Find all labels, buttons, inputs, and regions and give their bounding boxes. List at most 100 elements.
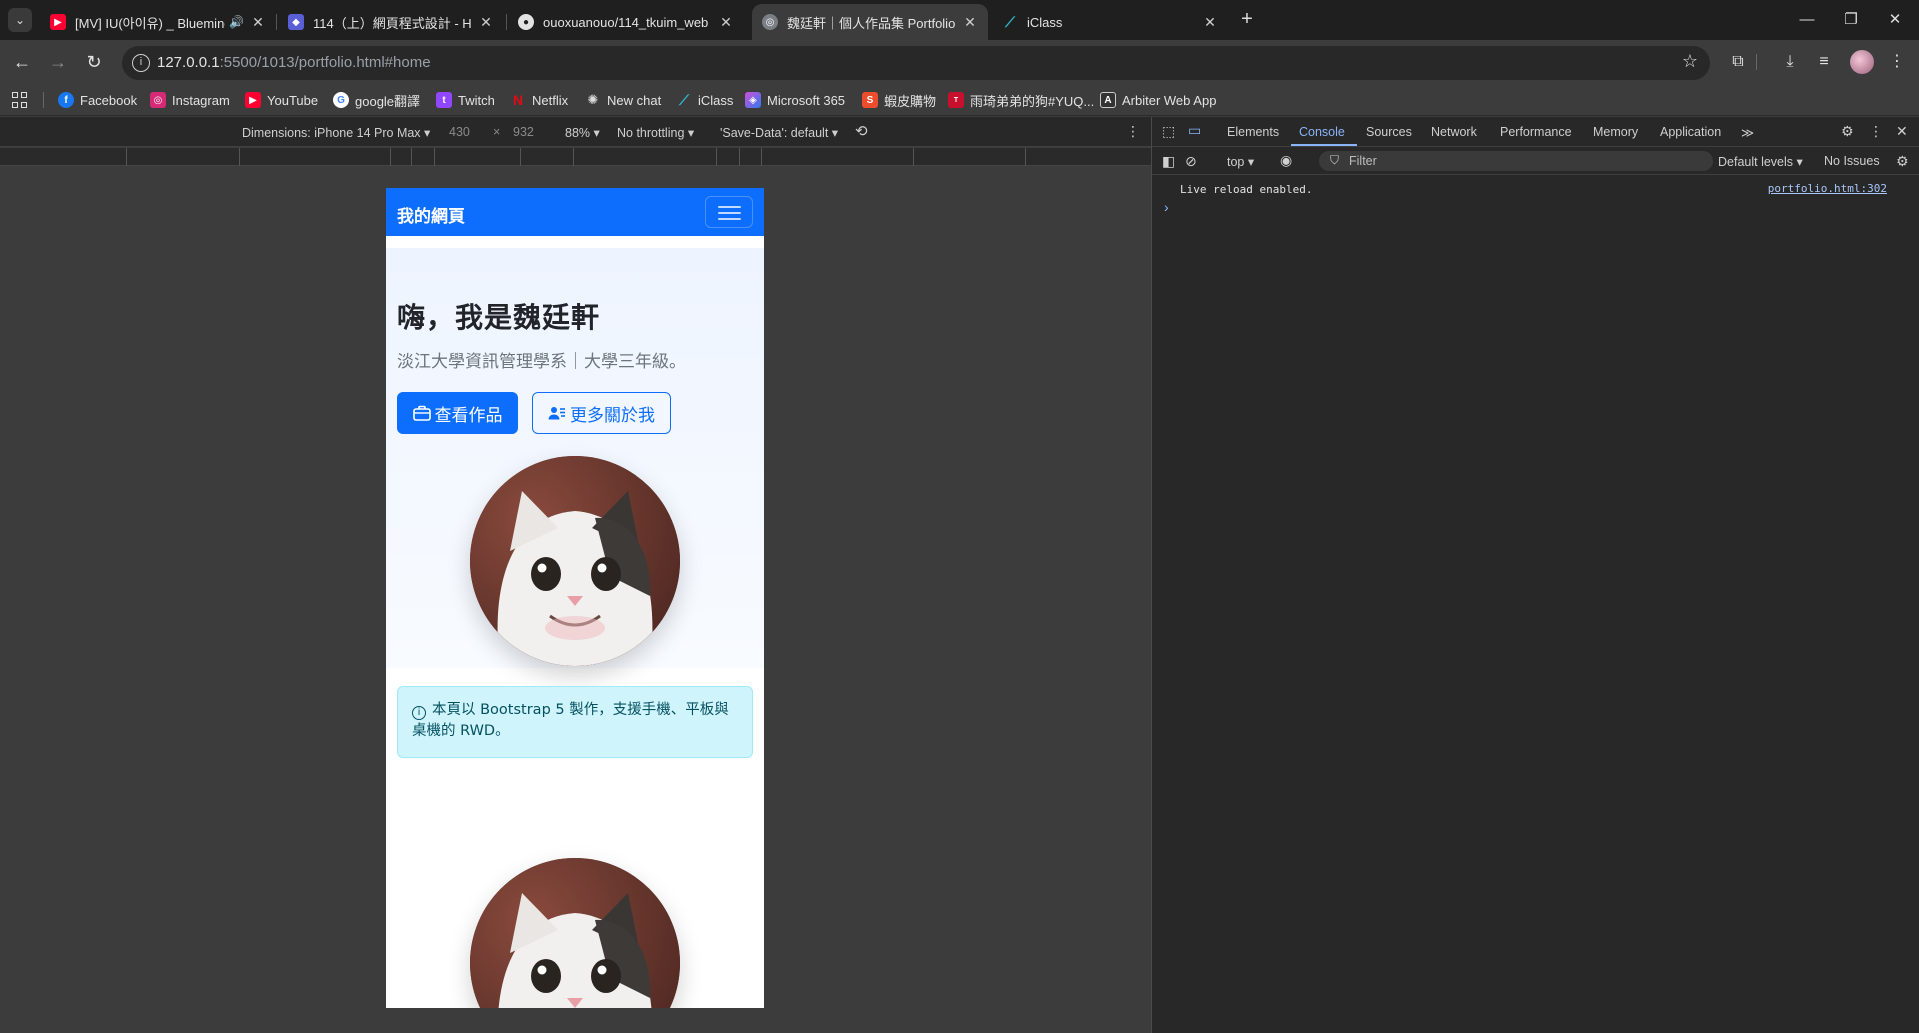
console-filter-input[interactable]: Filter (1319, 151, 1713, 171)
context-select[interactable]: top ▾ (1227, 154, 1254, 169)
download-icon[interactable]: ⤓ (1778, 50, 1802, 74)
profile-avatar[interactable] (1850, 50, 1874, 74)
globe-icon: ◎ (762, 14, 778, 30)
restore-icon[interactable]: ❐ (1836, 8, 1866, 32)
hackmd-icon: ◆ (288, 14, 304, 30)
cat-image (470, 456, 680, 666)
iclass-icon: ⟋ (679, 91, 689, 108)
save-data-select[interactable]: 'Save-Data': default ▾ (720, 125, 838, 140)
tab-memory[interactable]: Memory (1593, 125, 1638, 139)
back-icon[interactable]: ← (10, 50, 34, 74)
tving-icon: T (948, 92, 964, 108)
more-tabs-icon[interactable]: ≫ (1741, 125, 1754, 140)
console-settings-icon[interactable]: ⚙ (1896, 153, 1909, 170)
extensions-icon[interactable]: ⧉ (1726, 50, 1750, 74)
device-select[interactable]: Dimensions: iPhone 14 Pro Max ▾ (242, 125, 430, 140)
netflix-icon: N (512, 92, 524, 108)
media-query-ruler[interactable] (0, 148, 1151, 166)
rotate-icon[interactable]: ⟲ (855, 122, 868, 140)
tab-title: 魏廷軒｜個人作品集 Portfolio (787, 15, 956, 31)
more-options-icon[interactable]: ⋮ (1126, 123, 1140, 140)
browser-tab-strip: ⌄ ▶ [MV] IU(아이유) _ Blueming 🔊 ✕ ◆ 114（上）… (0, 0, 1919, 40)
issues-count[interactable]: No Issues (1824, 154, 1880, 168)
tab-youtube[interactable]: ▶ [MV] IU(아이유) _ Blueming 🔊 ✕ (40, 4, 276, 40)
customize-menu-icon[interactable]: ⋮ (1869, 123, 1883, 140)
info-circle-icon: i (412, 706, 426, 720)
forward-icon[interactable]: → (46, 50, 70, 74)
tab-github[interactable]: ● ouoxuanouo/114_tkuim_web ✕ (508, 4, 744, 40)
address-bar[interactable]: i 127.0.0.1:5500/1013/portfolio.html#hom… (122, 46, 1710, 80)
person-lines-icon (548, 407, 565, 420)
bookmark-iclass[interactable]: ⟋ iClass (676, 90, 733, 110)
device-toggle-icon[interactable]: ▭ (1188, 122, 1201, 139)
tab-portfolio[interactable]: ◎ 魏廷軒｜個人作品集 Portfolio ✕ (752, 4, 988, 40)
close-icon[interactable]: ✕ (1202, 14, 1218, 31)
instagram-icon: ◎ (150, 92, 166, 108)
clear-console-icon[interactable]: ⊘ (1185, 153, 1197, 170)
bookmark-netflix[interactable]: N Netflix (510, 90, 568, 110)
zoom-select[interactable]: 88% ▾ (565, 125, 600, 140)
browser-toolbar: ← → ↻ i 127.0.0.1:5500/1013/portfolio.ht… (0, 40, 1919, 84)
tab-application[interactable]: Application (1660, 125, 1721, 139)
sidebar-toggle-icon[interactable]: ◧ (1162, 153, 1175, 170)
log-levels-select[interactable]: Default levels ▾ (1718, 154, 1803, 169)
about-me-button[interactable]: 更多關於我 (532, 392, 671, 434)
console-source-link[interactable]: portfolio.html:302 (1768, 182, 1887, 195)
close-icon[interactable]: ✕ (962, 14, 978, 31)
bookmark-google-translate[interactable]: Ggoogle翻譯 (333, 90, 420, 110)
navbar-brand[interactable]: 我的網頁 (397, 202, 465, 227)
bookmark-twitch[interactable]: t Twitch (436, 90, 495, 110)
tab-network[interactable]: Network (1431, 125, 1477, 139)
close-icon[interactable]: ✕ (718, 14, 734, 31)
inspect-element-icon[interactable]: ⬚ (1162, 123, 1175, 140)
arbiter-icon: A (1100, 92, 1116, 108)
bookmark-facebook[interactable]: f Facebook (58, 90, 137, 110)
media-control-icon[interactable]: ≡ (1812, 50, 1836, 74)
microsoft365-icon: ◈ (745, 92, 761, 108)
menu-icon[interactable]: ⋮ (1885, 50, 1909, 74)
close-icon[interactable]: ✕ (478, 14, 494, 31)
bookmark-twitch-clip[interactable]: T 雨琦弟弟的狗#YUQ... (948, 90, 1094, 110)
minimize-icon[interactable]: — (1792, 8, 1822, 32)
tab-hackmd[interactable]: ◆ 114（上）網頁程式設計 - Hack ✕ (278, 4, 504, 40)
bookmark-arbiter[interactable]: A Arbiter Web App (1100, 90, 1216, 110)
tab-sources[interactable]: Sources (1366, 125, 1412, 139)
tab-search-button[interactable]: ⌄ (8, 8, 32, 32)
navbar: 我的網頁 (386, 188, 764, 236)
close-devtools-icon[interactable]: ✕ (1896, 123, 1908, 140)
bookmark-instagram[interactable]: ◎ Instagram (150, 90, 230, 110)
view-work-button[interactable]: 查看作品 (397, 392, 518, 434)
tab-elements[interactable]: Elements (1227, 125, 1279, 139)
bookmark-new-chat[interactable]: ✺ New chat (585, 90, 662, 110)
openai-icon: ✺ (587, 92, 599, 107)
settings-gear-icon[interactable]: ⚙ (1841, 123, 1854, 140)
tab-console[interactable]: Console (1299, 125, 1345, 139)
device-width[interactable]: 430 (449, 125, 470, 139)
close-icon[interactable]: ✕ (250, 14, 266, 31)
apps-icon[interactable] (12, 92, 28, 108)
bookmark-shopee[interactable]: S 蝦皮購物 (862, 90, 936, 110)
console-prompt[interactable]: › (1164, 199, 1169, 215)
bookmark-microsoft365[interactable]: ◈ Microsoft 365 (745, 90, 845, 110)
throttling-select[interactable]: No throttling ▾ (617, 125, 694, 140)
bookmark-youtube[interactable]: ▶ YouTube (245, 90, 318, 110)
info-alert: i 本頁以 Bootstrap 5 製作，支援手機、平板與桌機的 RWD。 (397, 686, 753, 758)
site-info-icon[interactable]: i (132, 54, 150, 72)
tab-performance[interactable]: Performance (1500, 125, 1572, 139)
bookmark-star-icon[interactable]: ☆ (1682, 51, 1698, 72)
device-viewport-area: 我的網頁 嗨，我是魏廷軒 淡江大學資訊管理學系｜大學三年級。 查看作品 更多關於… (0, 166, 1151, 1033)
reload-icon[interactable]: ↻ (82, 50, 106, 74)
devtools-tab-bar: ⬚ ▭ Elements Console Sources Network Per… (1152, 117, 1919, 147)
tab-iclass[interactable]: ⟋ iClass ✕ (992, 4, 1228, 40)
eye-icon[interactable]: ◉ (1280, 152, 1292, 169)
hamburger-menu-button[interactable] (705, 196, 753, 228)
iclass-icon: ⟋ (1005, 13, 1015, 30)
tab-title: iClass (1027, 14, 1063, 30)
new-tab-button[interactable]: + (1235, 8, 1259, 32)
speaker-icon[interactable]: 🔊 (229, 15, 244, 29)
close-window-icon[interactable]: ✕ (1880, 8, 1910, 32)
chevron-down-icon: ⌄ (14, 13, 26, 27)
url-text[interactable]: 127.0.0.1:5500/1013/portfolio.html#home (157, 54, 431, 71)
twitch-icon: t (436, 92, 452, 108)
device-height[interactable]: 932 (513, 125, 534, 139)
